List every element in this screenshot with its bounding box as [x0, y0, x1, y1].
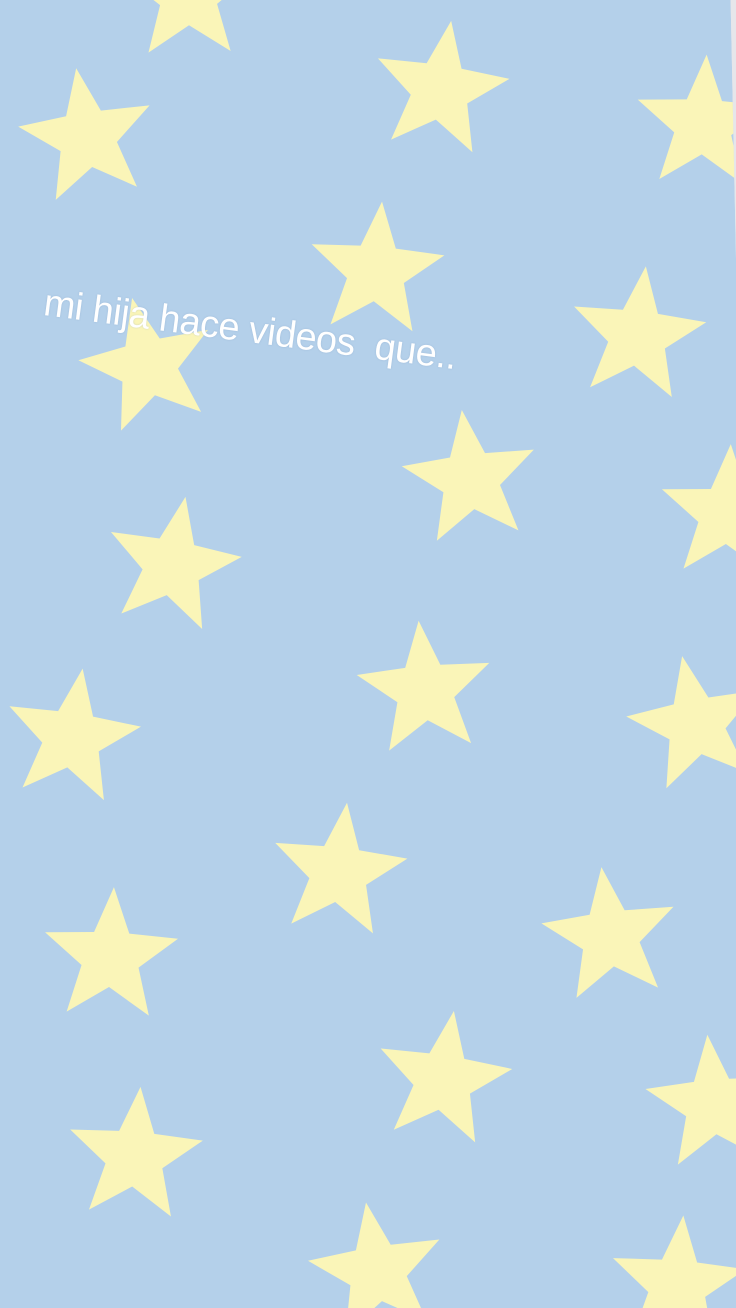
photo-frame: mi hija hace videos que.. — [0, 0, 736, 1308]
star-pattern-background — [0, 0, 736, 1308]
star-pattern — [0, 0, 736, 1308]
pattern-background — [0, 0, 736, 1308]
